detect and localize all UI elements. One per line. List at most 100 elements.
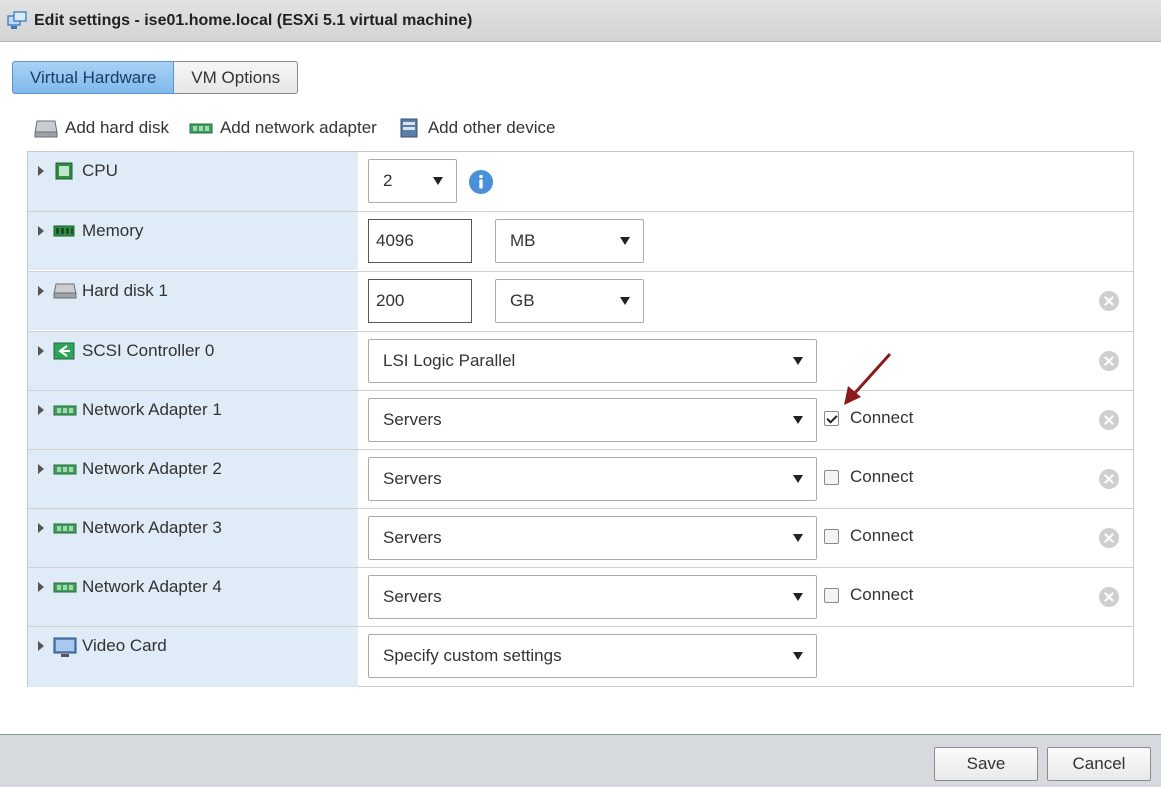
- video-settings-select[interactable]: Specify custom settings: [368, 634, 817, 678]
- device-row-cpu: CPU 2: [28, 152, 1133, 211]
- device-row-network-adapter-4: Network Adapter 4 Servers Connect: [28, 567, 1133, 626]
- remove-device-icon[interactable]: [1099, 587, 1119, 607]
- expand-triangle-icon[interactable]: [38, 286, 44, 296]
- device-label: Hard disk 1: [82, 281, 168, 300]
- device-header-network-adapter-2[interactable]: Network Adapter 2: [28, 450, 358, 508]
- disk-size-input[interactable]: 200: [368, 279, 472, 323]
- connect-checkbox-2[interactable]: [824, 470, 839, 485]
- cpu-count-value: 2: [383, 171, 393, 190]
- network-value: Servers: [383, 587, 442, 606]
- device-toolbar: Add hard disk Add network adapter Add ot…: [34, 117, 575, 139]
- chevron-down-icon: [793, 593, 803, 601]
- memory-unit-select[interactable]: MB: [495, 219, 644, 263]
- network-value: Servers: [383, 410, 442, 429]
- device-header-network-adapter-3[interactable]: Network Adapter 3: [28, 509, 358, 567]
- dialog-footer: Save Cancel: [0, 734, 1161, 787]
- device-label: Video Card: [82, 636, 167, 655]
- device-row-scsi-controller: SCSI Controller 0 LSI Logic Parallel: [28, 331, 1133, 390]
- expand-triangle-icon[interactable]: [38, 405, 44, 415]
- device-header-network-adapter-1[interactable]: Network Adapter 1: [28, 391, 358, 449]
- network-select-2[interactable]: Servers: [368, 457, 817, 501]
- remove-device-icon[interactable]: [1099, 469, 1119, 489]
- device-row-memory: Memory 4096 MB: [28, 211, 1133, 270]
- connect-checkbox-3[interactable]: [824, 529, 839, 544]
- add-other-device-label: Add other device: [427, 118, 556, 137]
- device-label: Network Adapter 1: [82, 400, 222, 419]
- connect-label: Connect: [850, 585, 914, 604]
- add-other-device-button[interactable]: Add other device: [397, 117, 556, 139]
- device-header-hard-disk-1[interactable]: Hard disk 1: [28, 272, 358, 330]
- expand-triangle-icon[interactable]: [38, 641, 44, 651]
- vm-window-icon: [6, 10, 28, 32]
- chevron-down-icon: [620, 297, 630, 305]
- monitor-icon: [53, 637, 77, 657]
- info-icon[interactable]: [468, 169, 494, 195]
- hard-disk-icon: [53, 282, 77, 300]
- device-row-hard-disk-1: Hard disk 1 200 GB: [28, 271, 1133, 330]
- add-hard-disk-button[interactable]: Add hard disk: [34, 117, 169, 139]
- chevron-down-icon: [433, 177, 443, 185]
- device-header-network-adapter-4[interactable]: Network Adapter 4: [28, 568, 358, 626]
- chevron-down-icon: [793, 534, 803, 542]
- video-settings-value: Specify custom settings: [383, 646, 562, 665]
- network-adapter-icon: [53, 460, 77, 478]
- device-label: Network Adapter 3: [82, 518, 222, 537]
- connect-checkbox-4[interactable]: [824, 588, 839, 603]
- expand-triangle-icon[interactable]: [38, 226, 44, 236]
- cpu-icon: [53, 162, 75, 180]
- tab-vm-options[interactable]: VM Options: [174, 61, 299, 94]
- remove-device-icon[interactable]: [1099, 528, 1119, 548]
- virtual-hardware-grid: CPU 2 Memory 4096 MB Hard disk 1 200 GB …: [27, 151, 1134, 687]
- connect-checkbox-1[interactable]: [824, 411, 839, 426]
- expand-triangle-icon[interactable]: [38, 523, 44, 533]
- device-row-video-card: Video Card Specify custom settings: [28, 626, 1133, 687]
- expand-triangle-icon[interactable]: [38, 166, 44, 176]
- network-value: Servers: [383, 469, 442, 488]
- memory-icon: [53, 222, 75, 240]
- scsi-type-select[interactable]: LSI Logic Parallel: [368, 339, 817, 383]
- window-title: Edit settings - ise01.home.local (ESXi 5…: [34, 11, 473, 29]
- memory-size-input[interactable]: 4096: [368, 219, 472, 263]
- tab-virtual-hardware[interactable]: Virtual Hardware: [12, 61, 175, 94]
- cancel-button[interactable]: Cancel: [1047, 747, 1151, 781]
- connect-label: Connect: [850, 526, 914, 545]
- network-adapter-icon: [189, 117, 213, 139]
- connect-label: Connect: [850, 408, 914, 427]
- network-select-3[interactable]: Servers: [368, 516, 817, 560]
- title-bar: Edit settings - ise01.home.local (ESXi 5…: [0, 0, 1161, 42]
- device-header-scsi[interactable]: SCSI Controller 0: [28, 332, 358, 390]
- network-adapter-icon: [53, 519, 77, 537]
- device-label: Memory: [82, 221, 144, 240]
- scsi-controller-icon: [53, 342, 75, 360]
- expand-triangle-icon[interactable]: [38, 464, 44, 474]
- remove-device-icon[interactable]: [1099, 291, 1119, 311]
- other-device-icon: [397, 117, 421, 139]
- scsi-type-value: LSI Logic Parallel: [383, 351, 516, 370]
- device-row-network-adapter-1: Network Adapter 1 Servers Connect: [28, 390, 1133, 449]
- tab-bar: Virtual Hardware VM Options: [12, 61, 299, 94]
- hard-disk-icon: [34, 117, 58, 139]
- expand-triangle-icon[interactable]: [38, 582, 44, 592]
- add-hard-disk-label: Add hard disk: [65, 118, 169, 137]
- device-header-memory[interactable]: Memory: [28, 212, 358, 270]
- device-label: Network Adapter 4: [82, 577, 222, 596]
- device-header-video-card[interactable]: Video Card: [28, 627, 358, 687]
- save-button[interactable]: Save: [934, 747, 1038, 781]
- connect-label: Connect: [850, 467, 914, 486]
- remove-device-icon[interactable]: [1099, 351, 1119, 371]
- add-network-adapter-button[interactable]: Add network adapter: [189, 117, 377, 139]
- annotation-arrow-icon: [836, 350, 896, 410]
- chevron-down-icon: [793, 357, 803, 365]
- expand-triangle-icon[interactable]: [38, 346, 44, 356]
- device-label: CPU: [82, 161, 118, 180]
- remove-device-icon[interactable]: [1099, 410, 1119, 430]
- cpu-count-select[interactable]: 2: [368, 159, 457, 203]
- device-header-cpu[interactable]: CPU: [28, 152, 358, 211]
- device-row-network-adapter-3: Network Adapter 3 Servers Connect: [28, 508, 1133, 567]
- disk-unit-value: GB: [510, 291, 535, 310]
- network-adapter-icon: [53, 401, 77, 419]
- chevron-down-icon: [620, 237, 630, 245]
- network-select-4[interactable]: Servers: [368, 575, 817, 619]
- network-select-1[interactable]: Servers: [368, 398, 817, 442]
- disk-unit-select[interactable]: GB: [495, 279, 644, 323]
